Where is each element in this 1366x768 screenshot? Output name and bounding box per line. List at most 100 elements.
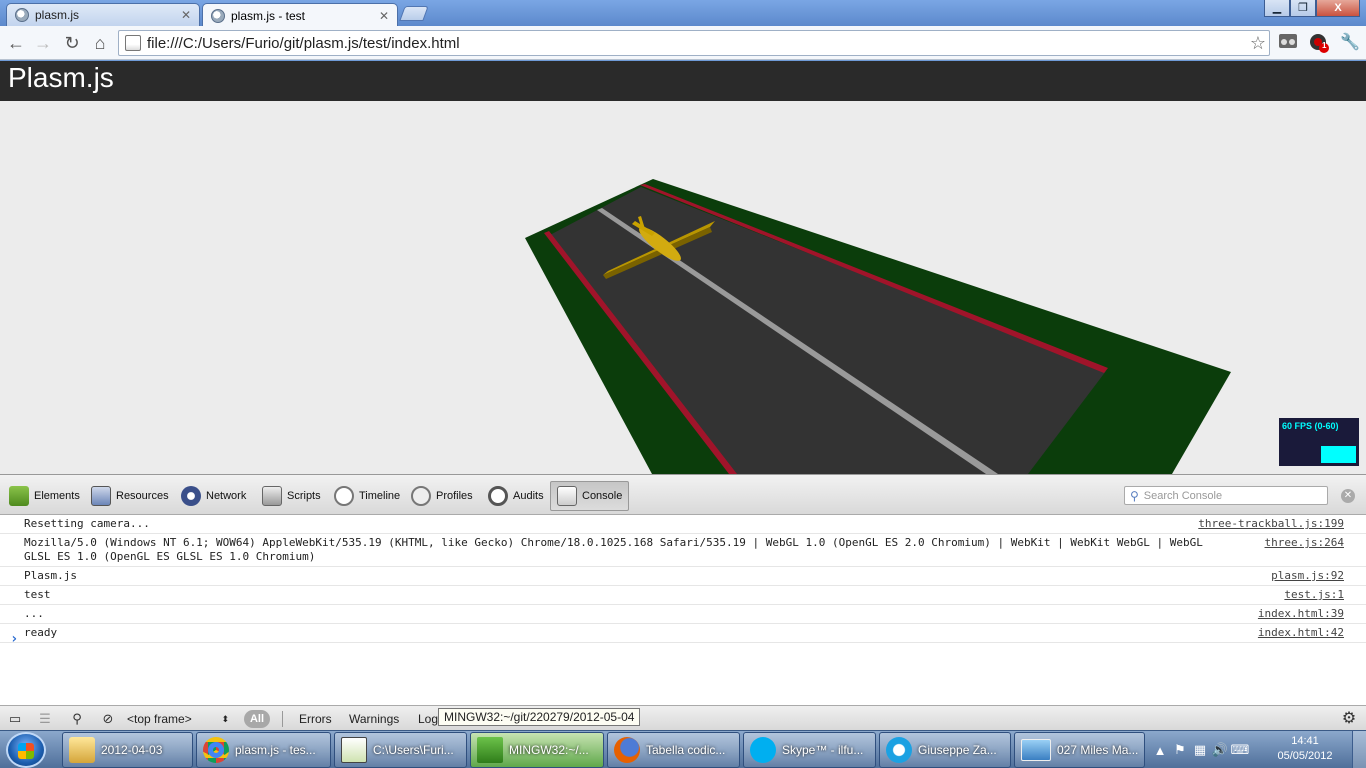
frame-select[interactable]: <top frame> ⬍ [127, 710, 237, 728]
image-viewer-icon [1021, 739, 1051, 761]
resources-icon [91, 486, 111, 506]
extension-icon[interactable] [1277, 32, 1299, 54]
chrome-icon [203, 737, 229, 763]
tab-console[interactable]: Console [550, 481, 630, 511]
tab-elements[interactable]: Elements [3, 481, 86, 511]
taskbar-item-chrome[interactable]: plasm.js - tes... [196, 732, 331, 768]
tab-resources[interactable]: Resources [85, 481, 175, 511]
filter-warnings[interactable]: Warnings [349, 710, 399, 728]
search-console-input[interactable]: ⚲ Search Console [1124, 486, 1328, 505]
network-icon[interactable]: ▦ [1190, 742, 1210, 758]
console-output[interactable]: Resetting camera... three-trackball.js:1… [0, 515, 1366, 705]
clear-console-icon[interactable]: ⊘ [99, 710, 117, 728]
chat-icon [886, 737, 912, 763]
webgl-canvas[interactable] [0, 101, 1366, 474]
message-source-link[interactable]: plasm.js:92 [1271, 569, 1344, 583]
message-text: Mozilla/5.0 (Windows NT 6.1; WOW64) Appl… [24, 536, 1203, 563]
taskbar-item-label: Skype™ - ilfu... [782, 743, 864, 757]
maximize-button[interactable]: ❐ [1290, 0, 1316, 17]
site-header: Plasm.js [0, 61, 1366, 101]
star-icon[interactable]: ☆ [1247, 33, 1269, 54]
new-tab-button[interactable] [399, 6, 429, 21]
message-text: Resetting camera... [24, 517, 150, 530]
message-source-link[interactable]: test.js:1 [1284, 588, 1344, 602]
tab-plasm-js[interactable]: plasm.js ✕ [6, 3, 200, 26]
message-source-link[interactable]: three-trackball.js:199 [1198, 517, 1344, 531]
taskbar-item-image-viewer[interactable]: 027 Miles Ma... [1014, 732, 1145, 768]
devtools-toolbar: Elements Resources Network Scripts Timel… [0, 475, 1366, 515]
notification-badge: 1 [1322, 41, 1327, 50]
taskbar-item-notepad[interactable]: C:\Users\Furi... [334, 732, 467, 768]
back-icon[interactable]: ← [5, 32, 27, 54]
dock-icon[interactable]: ▭ [6, 710, 24, 728]
message-text: test [24, 588, 51, 601]
taskbar-item-mingw[interactable]: MINGW32:~/... [470, 732, 604, 768]
taskbar-item-skype[interactable]: Skype™ - ilfu... [743, 732, 876, 768]
message-source-link[interactable]: three.js:264 [1265, 536, 1344, 550]
fps-graph [1321, 446, 1356, 463]
taskbar-item-label: Giuseppe Za... [918, 743, 997, 757]
message-source-link[interactable]: index.html:39 [1258, 607, 1344, 621]
tab-close-icon[interactable]: ✕ [379, 9, 389, 23]
console-message: Mozilla/5.0 (Windows NT 6.1; WOW64) Appl… [0, 534, 1366, 567]
tab-label: Profiles [436, 490, 473, 502]
globe-icon [211, 8, 225, 23]
show-desktop-button[interactable] [1352, 731, 1366, 768]
windows-taskbar: 2012-04-03 plasm.js - tes... C:\Users\Fu… [0, 730, 1366, 768]
console-message: Resetting camera... three-trackball.js:1… [0, 515, 1366, 534]
minimize-button[interactable]: ▁ [1264, 0, 1290, 17]
console-message: ... index.html:39 [0, 605, 1366, 624]
windows-logo-icon [18, 743, 34, 759]
search-icon[interactable]: ⚲ [68, 710, 86, 728]
tab-network[interactable]: Network [175, 481, 252, 511]
wrench-icon[interactable]: 🔧 [1339, 32, 1361, 54]
message-source-link[interactable]: index.html:42 [1258, 626, 1344, 640]
clock[interactable]: 14:41 05/05/2012 [1270, 734, 1340, 764]
taskbar-item-chat[interactable]: Giuseppe Za... [879, 732, 1011, 768]
volume-icon[interactable]: 🔊 [1210, 742, 1230, 758]
tab-timeline[interactable]: Timeline [328, 481, 406, 511]
home-icon[interactable]: ⌂ [89, 32, 111, 54]
forward-icon[interactable]: → [32, 32, 54, 54]
web-page: Plasm.js 60 FPS (0-60) [0, 61, 1366, 474]
console-prompt[interactable]: › [10, 631, 18, 647]
close-window-button[interactable]: X [1316, 0, 1360, 17]
tab-plasm-js-test[interactable]: plasm.js - test ✕ [202, 3, 398, 27]
skype-icon [750, 737, 776, 763]
filter-errors[interactable]: Errors [299, 710, 332, 728]
filter-all[interactable]: All [244, 710, 270, 728]
console-drawer-icon[interactable]: ☰ [36, 710, 54, 728]
fps-label: 60 FPS (0-60) [1282, 421, 1339, 431]
taskbar-item-firefox[interactable]: Tabella codic... [607, 732, 740, 768]
start-button[interactable] [6, 732, 46, 768]
devtools-panel: Elements Resources Network Scripts Timel… [0, 474, 1366, 731]
tab-profiles[interactable]: Profiles [405, 481, 479, 511]
elements-icon [9, 486, 29, 506]
tray-expand-icon[interactable]: ▲ [1150, 743, 1170, 758]
tab-title: plasm.js - test [231, 8, 306, 23]
reload-icon[interactable]: ↻ [61, 32, 83, 54]
taskbar-item-label: 027 Miles Ma... [1057, 743, 1139, 757]
notepad-icon [341, 737, 367, 763]
keyboard-icon[interactable]: ⌨ [1230, 742, 1250, 758]
tab-label: Timeline [359, 490, 401, 502]
address-bar[interactable]: file:///C:/Users/Furio/git/plasm.js/test… [118, 30, 1270, 56]
tab-scripts[interactable]: Scripts [256, 481, 327, 511]
taskbar-item-folder[interactable]: 2012-04-03 [62, 732, 193, 768]
page-icon [125, 35, 141, 51]
notification-icon[interactable]: 1 [1308, 32, 1330, 54]
timeline-icon [334, 486, 354, 506]
clock-date: 05/05/2012 [1277, 750, 1333, 762]
filter-log[interactable]: Log [418, 710, 438, 728]
scripts-icon [262, 486, 282, 506]
url-text[interactable]: file:///C:/Users/Furio/git/plasm.js/test… [147, 35, 1247, 52]
taskbar-tooltip: MINGW32:~/git/220279/2012-05-04 [438, 708, 641, 726]
action-center-flag-icon[interactable]: ⚑ [1170, 742, 1190, 758]
browser-toolbar: ← → ↻ ⌂ file:///C:/Users/Furio/git/plasm… [0, 26, 1366, 60]
fps-meter[interactable]: 60 FPS (0-60) [1279, 418, 1359, 466]
gear-icon[interactable]: ⚙ [1340, 710, 1358, 728]
chevron-updown-icon: ⬍ [221, 714, 229, 724]
clear-search-icon[interactable]: ✕ [1341, 489, 1355, 503]
tab-close-icon[interactable]: ✕ [181, 8, 191, 22]
tab-audits[interactable]: Audits [482, 481, 550, 511]
